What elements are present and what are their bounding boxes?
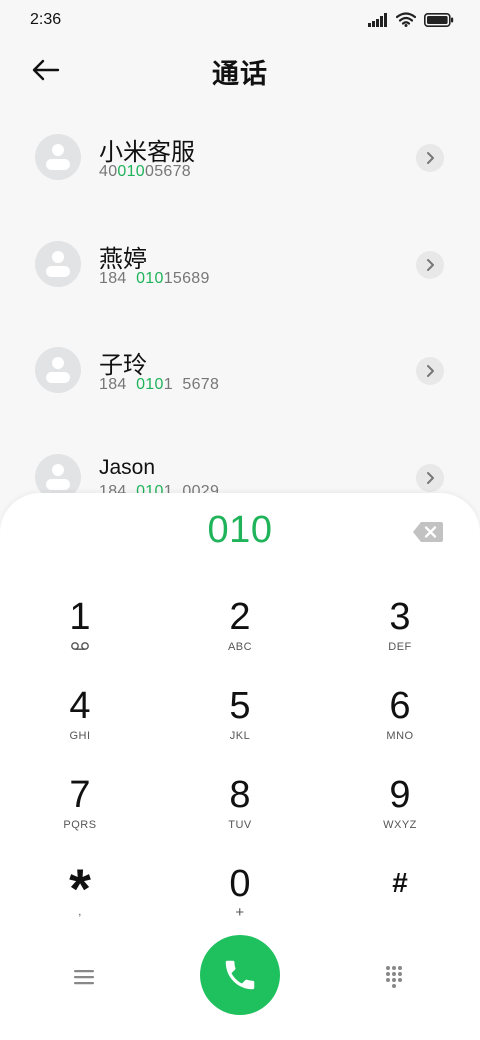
key-8[interactable]: 8 TUV <box>160 771 320 857</box>
dialer-actions <box>0 933 480 1023</box>
key-digit: 2 <box>229 596 251 638</box>
key-3[interactable]: 3 DEF <box>320 593 480 679</box>
signal-icon <box>368 12 387 27</box>
contact-name: 小米客服 <box>99 139 195 166</box>
chevron-right-icon <box>427 472 434 484</box>
delete-button[interactable] <box>412 521 444 543</box>
key-letters: GHI <box>69 730 91 742</box>
key-digit: 6 <box>389 685 411 727</box>
menu-icon <box>74 970 94 985</box>
key-digit: 4 <box>69 685 91 727</box>
status-time: 2:36 <box>30 11 62 28</box>
key-letters: PQRS <box>63 819 97 831</box>
contact-detail-button[interactable] <box>416 464 444 492</box>
header: 通话 <box>0 44 480 96</box>
phone-icon <box>225 960 255 990</box>
avatar <box>35 134 81 180</box>
key-digit: 0 <box>229 863 251 905</box>
contact-name: 燕婷 <box>99 246 147 273</box>
contact-number: 4001005678 <box>99 163 192 180</box>
avatar <box>35 347 81 393</box>
key-4[interactable]: 4 GHI <box>0 682 160 768</box>
contact-item[interactable]: 燕婷 184 01015689 <box>0 217 480 313</box>
key-letters: TUV <box>228 819 252 831</box>
status-bar: 2:36 <box>0 0 480 40</box>
contact-item[interactable]: 小米客服 4001005678 <box>0 110 480 206</box>
key-1[interactable]: 1 <box>0 593 160 679</box>
key-letters: , <box>78 906 82 918</box>
keypad-toggle-button[interactable] <box>376 959 412 995</box>
contact-item[interactable]: 子玲 184 0101 5678 <box>0 323 480 419</box>
chevron-right-icon <box>427 365 434 377</box>
dial-input[interactable]: 010 <box>0 509 480 552</box>
key-6[interactable]: 6 MNO <box>320 682 480 768</box>
dialpad-sheet: 010 1 2 ABC 3 DEF 4 GHI 5 JKL 6 MNO 7 PQ… <box>0 493 480 1040</box>
key-digit: 9 <box>389 774 411 816</box>
contact-detail-button[interactable] <box>416 357 444 385</box>
key-letters: JKL <box>229 730 251 742</box>
key-letters: DEF <box>388 641 412 653</box>
key-digit: 5 <box>229 685 251 727</box>
keypad-icon <box>386 966 402 988</box>
key-letters: MNO <box>386 730 414 742</box>
backspace-icon <box>413 522 443 542</box>
wifi-icon <box>396 12 416 27</box>
contact-number: 184 0101 5678 <box>99 376 220 393</box>
menu-button[interactable] <box>66 959 102 995</box>
key-letters: ABC <box>227 641 253 653</box>
battery-icon <box>424 12 454 27</box>
key-digit: 8 <box>229 774 251 816</box>
key-7[interactable]: 7 PQRS <box>0 771 160 857</box>
key-digit: # <box>392 867 408 898</box>
key-digit: 1 <box>69 596 91 638</box>
contact-name: 子玲 <box>99 352 147 379</box>
chevron-right-icon <box>427 152 434 164</box>
key-2[interactable]: 2 ABC <box>160 593 320 679</box>
contact-detail-button[interactable] <box>416 251 444 279</box>
contact-number: 184 01015689 <box>99 270 210 287</box>
key-letters: + <box>235 904 245 921</box>
contact-name: Jason <box>99 456 156 479</box>
avatar <box>35 241 81 287</box>
key-9[interactable]: 9 WXYZ <box>320 771 480 857</box>
key-digit: 7 <box>69 774 91 816</box>
key-5[interactable]: 5 JKL <box>160 682 320 768</box>
contact-detail-button[interactable] <box>416 144 444 172</box>
status-icons <box>368 12 454 27</box>
key-digit: 3 <box>389 596 411 638</box>
voicemail-icon <box>0 641 160 654</box>
call-button[interactable] <box>200 935 280 1015</box>
key-letters: WXYZ <box>383 819 417 831</box>
chevron-right-icon <box>427 259 434 271</box>
page-title: 通话 <box>212 59 268 89</box>
